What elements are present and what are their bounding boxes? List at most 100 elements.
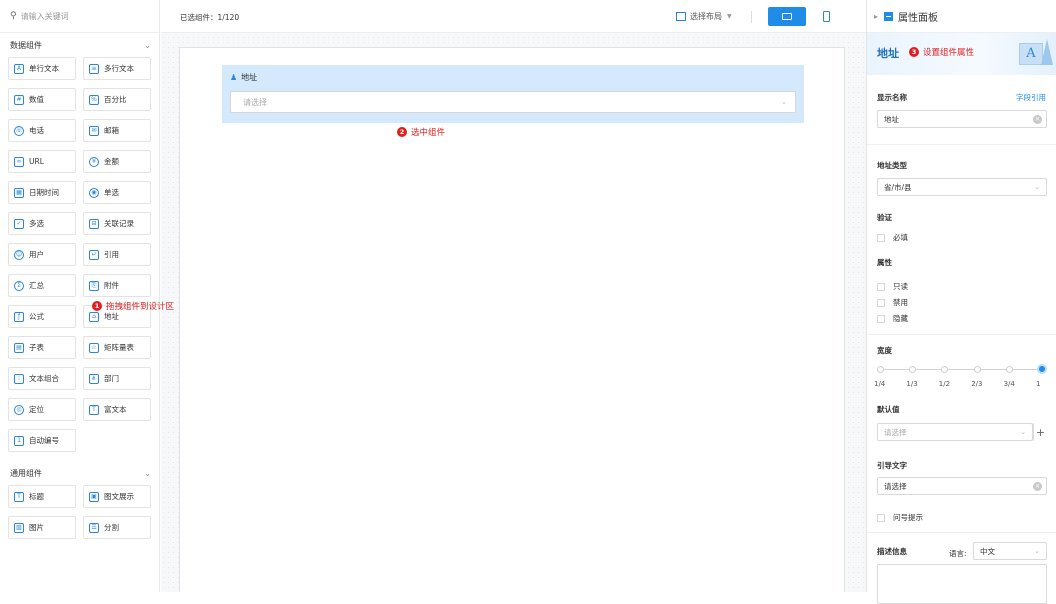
selected-address-field[interactable]: ♟ 地址 请选择 ⌄ bbox=[222, 65, 804, 123]
component-rich-text[interactable]: T 富文本 bbox=[83, 398, 151, 421]
address-select[interactable]: 请选择 ⌄ bbox=[230, 91, 796, 113]
guide-text-value: 请选择 bbox=[884, 481, 907, 491]
field-ref-link[interactable]: 字段引用 bbox=[1016, 92, 1046, 103]
slider-stop[interactable] bbox=[876, 366, 884, 373]
form-canvas[interactable]: ♟ 地址 请选择 ⌄ bbox=[179, 47, 845, 592]
width-tick-label: 3/4 bbox=[1003, 380, 1015, 388]
component-number[interactable]: # 数值 bbox=[8, 88, 76, 111]
component-matrix[interactable]: ☆ 矩阵量表 bbox=[83, 336, 151, 359]
component-user[interactable]: ☺ 用户 bbox=[8, 243, 76, 266]
display-name-label: 显示名称 bbox=[877, 93, 907, 102]
guide-text-input[interactable]: 请选择 ✕ bbox=[877, 477, 1047, 495]
component-money[interactable]: ¥ 金额 bbox=[83, 150, 151, 173]
component-formula[interactable]: ƒ 公式 bbox=[8, 305, 76, 328]
display-name-input[interactable]: 地址 ✕ bbox=[877, 110, 1047, 128]
component-search[interactable]: ⚲ 请输入关键词 bbox=[0, 0, 159, 33]
layout-select[interactable]: 选择布局 ▼ bbox=[676, 11, 732, 22]
component-subtable[interactable]: ▤ 子表 bbox=[8, 336, 76, 359]
annotation-text: 选中组件 bbox=[411, 128, 446, 138]
component-calendar[interactable]: ▦ 日期时间 bbox=[8, 181, 76, 204]
component-email[interactable]: ✉ 邮箱 bbox=[83, 119, 151, 142]
component-location[interactable]: ◎ 定位 bbox=[8, 398, 76, 421]
language-label: 语言: bbox=[949, 549, 967, 558]
default-value-select[interactable]: 请选择 ⌄ bbox=[877, 423, 1033, 441]
property-panel-title: 属性面板 bbox=[898, 12, 939, 24]
link-icon: ∞ bbox=[14, 156, 24, 167]
annotation-text: 拖拽组件到设计区 bbox=[106, 302, 175, 312]
component-radio[interactable]: ◉ 单选 bbox=[83, 181, 151, 204]
email-icon: ✉ bbox=[89, 125, 99, 136]
phone-icon: ☏ bbox=[14, 125, 24, 136]
required-checkbox[interactable]: 必填 bbox=[877, 232, 908, 243]
auto-number-icon: 1 bbox=[14, 435, 24, 446]
hidden-checkbox[interactable]: 隐藏 bbox=[877, 313, 908, 324]
number-icon: # bbox=[14, 94, 24, 105]
component-label: 富文本 bbox=[104, 405, 127, 414]
selected-count: 已选组件：1/120 bbox=[180, 13, 240, 22]
relation-icon: ⊟ bbox=[89, 218, 99, 229]
component-label: 矩阵量表 bbox=[104, 343, 134, 352]
component-text-multi[interactable]: ≡ 多行文本 bbox=[83, 57, 151, 80]
description-textarea[interactable] bbox=[877, 564, 1047, 604]
description-label: 描述信息 bbox=[877, 547, 907, 556]
group-header-general[interactable]: 通用组件 ⌄ bbox=[0, 461, 159, 485]
clear-icon[interactable]: ✕ bbox=[1033, 114, 1042, 124]
component-divider[interactable]: ☰ 分割 bbox=[83, 516, 151, 539]
component-checkbox[interactable]: ✓ 多选 bbox=[8, 212, 76, 235]
address-type-select[interactable]: 省/市/县 ⌄ bbox=[877, 178, 1047, 196]
component-label: 地址 bbox=[104, 312, 119, 321]
component-quote[interactable]: ↵ 引用 bbox=[83, 243, 151, 266]
subtable-icon: ▤ bbox=[14, 342, 24, 353]
collapse-arrow-icon[interactable]: ▸ bbox=[874, 12, 878, 21]
checkbox-icon: ✓ bbox=[14, 218, 24, 229]
disabled-checkbox[interactable]: 禁用 bbox=[877, 297, 908, 308]
component-percent[interactable]: % 百分比 bbox=[83, 88, 151, 111]
text-multi-icon: ≡ bbox=[89, 63, 99, 74]
component-summary[interactable]: Σ 汇总 bbox=[8, 274, 76, 297]
mobile-view-button[interactable] bbox=[812, 7, 840, 26]
user-icon: ☺ bbox=[14, 249, 24, 260]
component-department[interactable]: ⋔ 部门 bbox=[83, 367, 151, 390]
address-type-value: 省/市/县 bbox=[884, 182, 912, 192]
question-tip-checkbox[interactable]: 问号提示 bbox=[877, 512, 923, 523]
width-slider[interactable] bbox=[876, 364, 1047, 374]
address-type-label: 地址类型 bbox=[877, 161, 907, 170]
component-auto-number[interactable]: 1 自动编号 bbox=[8, 429, 76, 452]
group-header-data[interactable]: 数据组件 ⌄ bbox=[0, 33, 159, 57]
slider-stop[interactable] bbox=[1006, 366, 1014, 373]
component-label: 百分比 bbox=[104, 95, 127, 104]
address-icon: ♟ bbox=[230, 73, 238, 82]
slider-handle[interactable] bbox=[1037, 364, 1047, 374]
percent-icon: % bbox=[89, 94, 99, 105]
chevron-down-icon: ⌄ bbox=[144, 468, 151, 478]
slider-stop[interactable] bbox=[941, 366, 949, 373]
annotation-2: 2 选中组件 bbox=[397, 126, 445, 138]
readonly-checkbox[interactable]: 只读 bbox=[877, 281, 908, 292]
add-default-button[interactable]: + bbox=[1033, 423, 1047, 441]
clear-icon[interactable]: ✕ bbox=[1033, 481, 1042, 491]
language-select[interactable]: 中文 ⌄ bbox=[973, 542, 1047, 560]
component-name: 地址 bbox=[877, 47, 899, 60]
disabled-label: 禁用 bbox=[893, 298, 908, 307]
slider-stop[interactable] bbox=[973, 366, 981, 373]
text-combo-icon: ⁝ bbox=[14, 373, 24, 384]
text-a-illustration-icon: A bbox=[1019, 43, 1043, 65]
section-divider bbox=[867, 532, 1056, 533]
component-text-single[interactable]: A 单行文本 bbox=[8, 57, 76, 80]
component-relation[interactable]: ⊟ 关联记录 bbox=[83, 212, 151, 235]
component-image-text[interactable]: ▣ 图文展示 bbox=[83, 485, 151, 508]
slider-stop[interactable] bbox=[908, 366, 916, 373]
default-value-placeholder: 请选择 bbox=[884, 427, 907, 437]
component-label: 单选 bbox=[104, 188, 119, 197]
component-text-combo[interactable]: ⁝ 文本组合 bbox=[8, 367, 76, 390]
component-image[interactable]: ▨ 图片 bbox=[8, 516, 76, 539]
search-placeholder: 请输入关键词 bbox=[20, 11, 69, 21]
hidden-label: 隐藏 bbox=[893, 314, 908, 323]
component-phone[interactable]: ☏ 电话 bbox=[8, 119, 76, 142]
checkbox-box bbox=[877, 282, 885, 291]
component-title[interactable]: T 标题 bbox=[8, 485, 76, 508]
component-attachment[interactable]: ⎘ 附件 bbox=[83, 274, 151, 297]
desktop-view-button[interactable] bbox=[768, 7, 806, 26]
component-link[interactable]: ∞ URL bbox=[8, 150, 76, 173]
width-tick-label: 1 bbox=[1036, 380, 1041, 388]
